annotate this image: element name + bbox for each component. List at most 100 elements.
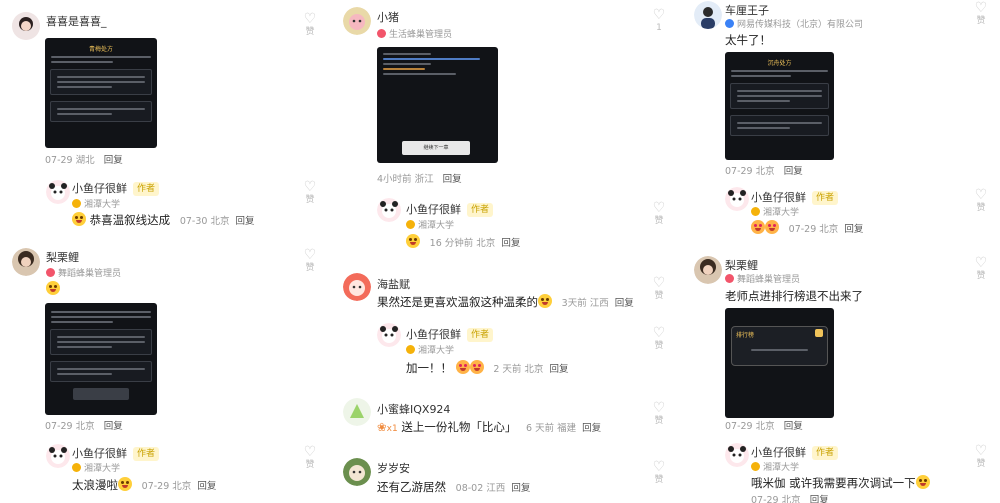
username[interactable]: 梨栗鲤: [725, 257, 758, 273]
avatar[interactable]: [694, 256, 722, 284]
reply-item: 小鱼仔很鲜 作者 湘潭大学 ♡ 赞 哦米伽 或许我需要再次调试一下 07-29 北…: [667, 440, 1000, 503]
avatar[interactable]: [343, 273, 371, 301]
reply-item: 小鱼仔很鲜 作者 湘潭大学 ♡ 赞 太浪漫啦 07-29 北京 回复: [0, 442, 333, 503]
like-button[interactable]: ♡ 赞: [300, 248, 320, 274]
avatar[interactable]: [377, 323, 401, 347]
like-label: 赞: [305, 27, 315, 37]
user-school: 湘潭大学: [72, 461, 120, 474]
avatar[interactable]: [12, 248, 40, 276]
reply-button[interactable]: 回复: [443, 174, 462, 185]
reply-text: 07-29 北京 回复: [751, 220, 863, 235]
username[interactable]: 小鱼仔很鲜 作者: [751, 189, 839, 205]
comment-item: 喜喜是喜喜_ ♡ 赞 青梅处方 07-29 湖北 回复: [0, 0, 333, 170]
next-chapter-button[interactable]: 继续下一章: [402, 141, 470, 155]
username[interactable]: 小蜜蜂IQX924: [377, 401, 450, 417]
avatar[interactable]: [343, 398, 371, 426]
heart-icon: ♡: [974, 255, 988, 271]
reply-button[interactable]: 回复: [197, 481, 216, 492]
comment-image[interactable]: 沉舟处方: [725, 52, 834, 160]
comment-image[interactable]: 排行榜: [725, 308, 834, 418]
verified-icon: [72, 199, 81, 208]
username[interactable]: 岁岁安: [377, 460, 410, 476]
face-emoji-icon: [915, 475, 930, 489]
reply-button[interactable]: 回复: [784, 166, 803, 177]
face-emoji-icon: [46, 281, 60, 295]
reply-button[interactable]: 回复: [104, 421, 123, 432]
heart-icon: ♡: [652, 400, 666, 416]
user-school: 湘潭大学: [72, 197, 120, 210]
comment-image[interactable]: [45, 303, 157, 415]
author-badge: 作者: [133, 447, 160, 461]
reply-button[interactable]: 回复: [511, 483, 530, 494]
heart-face-emoji-icon: [469, 360, 484, 374]
avatar[interactable]: [725, 443, 749, 467]
comment-text: 还有乙游居然 08-02 江西 回复: [377, 480, 531, 494]
like-button[interactable]: ♡ 赞: [300, 12, 320, 38]
like-button[interactable]: ♡ 赞: [300, 180, 320, 206]
comment-item: 岁岁安 ♡ 赞 还有乙游居然 08-02 江西 回复: [333, 455, 667, 503]
comment-meta: 07-29 北京 回复: [725, 166, 803, 177]
user-role: 舞蹈蜂巢管理员: [46, 266, 121, 279]
like-button[interactable]: ♡ 赞: [971, 444, 991, 470]
like-button[interactable]: ♡ 赞: [971, 256, 991, 282]
reply-item: 小鱼仔很鲜 作者 湘潭大学 ♡ 赞 16 分钟前 北京 回复: [333, 195, 667, 257]
heart-icon: ♡: [652, 459, 666, 475]
username[interactable]: 喜喜是喜喜_: [46, 13, 107, 29]
username[interactable]: 小鱼仔很鲜 作者: [751, 444, 839, 460]
reply-button[interactable]: 回复: [549, 364, 568, 375]
like-button[interactable]: ♡ 赞: [649, 401, 667, 427]
reply-button[interactable]: 回复: [582, 423, 601, 434]
username[interactable]: 小鱼仔很鲜 作者: [406, 201, 494, 217]
user-org: 网易传媒科技（北京）有限公司: [725, 17, 863, 30]
like-button[interactable]: ♡ 1: [649, 8, 667, 34]
verified-icon: [72, 463, 81, 472]
username[interactable]: 梨栗鲤: [46, 249, 79, 265]
username[interactable]: 海盐赋: [377, 276, 410, 292]
reply-text: 哦米伽 或许我需要再次调试一下: [751, 475, 930, 491]
avatar[interactable]: [343, 458, 371, 486]
username[interactable]: 车厘王子: [725, 2, 769, 18]
verified-icon: [406, 220, 415, 229]
close-icon[interactable]: [815, 329, 823, 337]
reply-item: 小鱼仔很鲜 作者 湘潭大学 ♡ 赞 07-29 北京 回复: [667, 184, 1000, 246]
like-button[interactable]: ♡ 赞: [649, 276, 667, 302]
avatar[interactable]: [725, 187, 749, 211]
heart-icon: ♡: [974, 187, 988, 203]
heart-icon: ♡: [974, 0, 988, 16]
like-button[interactable]: ♡ 赞: [649, 460, 667, 486]
avatar[interactable]: [343, 7, 371, 35]
heart-face-emoji-icon: [455, 360, 470, 374]
username[interactable]: 小鱼仔很鲜 作者: [406, 326, 494, 342]
like-button[interactable]: ♡ 赞: [971, 1, 991, 27]
reply-button[interactable]: 回复: [501, 238, 520, 249]
heart-icon: ♡: [652, 275, 666, 291]
comment-image[interactable]: 继续下一章: [377, 47, 498, 163]
avatar[interactable]: [12, 12, 40, 40]
comment-item: 梨栗鲤 舞蹈蜂巢管理员 ♡ 赞 07-29 北京 回复: [0, 245, 333, 435]
avatar[interactable]: [694, 1, 722, 29]
username[interactable]: 小鱼仔很鲜 作者: [72, 180, 160, 196]
avatar[interactable]: [46, 180, 70, 204]
reply-button[interactable]: 回复: [104, 155, 123, 166]
author-badge: 作者: [467, 203, 494, 217]
reply-button[interactable]: 回复: [235, 216, 254, 227]
reply-text: 恭喜温叙线达成 07-30 北京 回复: [72, 212, 254, 228]
reply-button[interactable]: 回复: [844, 224, 863, 235]
like-button[interactable]: ♡ 赞: [649, 326, 667, 352]
username[interactable]: 小猪: [377, 9, 399, 25]
comment-meta: 07-29 北京 回复: [45, 421, 123, 432]
user-school: 湘潭大学: [406, 343, 454, 356]
reply-button[interactable]: 回复: [784, 421, 803, 432]
comment-image[interactable]: 青梅处方: [45, 38, 157, 148]
role-icon: [46, 268, 55, 277]
avatar[interactable]: [377, 198, 401, 222]
verified-icon: [751, 207, 760, 216]
reply-button[interactable]: 回复: [810, 495, 829, 503]
like-button[interactable]: ♡ 赞: [300, 445, 320, 471]
like-button[interactable]: ♡ 赞: [971, 188, 991, 214]
reply-button[interactable]: 回复: [615, 298, 634, 309]
comment-item: 车厘王子 网易传媒科技（北京）有限公司 ♡ 赞 太牛了！ 沉舟处方 07-29 …: [667, 0, 1000, 180]
like-button[interactable]: ♡ 赞: [649, 201, 667, 227]
username[interactable]: 小鱼仔很鲜 作者: [72, 445, 160, 461]
avatar[interactable]: [46, 444, 70, 468]
